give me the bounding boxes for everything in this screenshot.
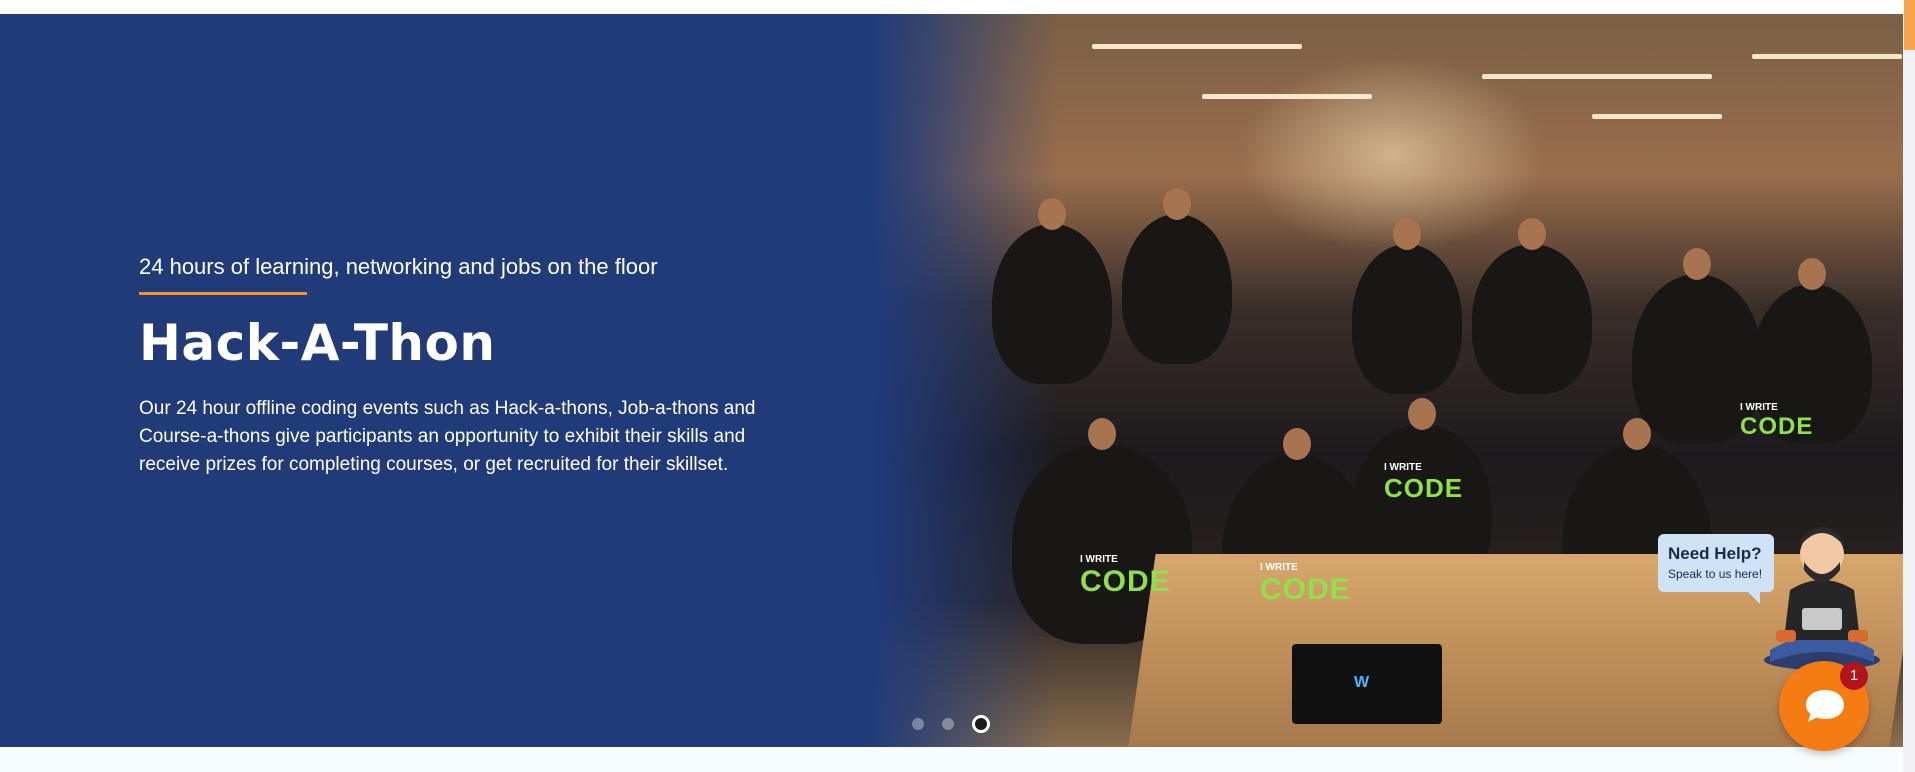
hero-tagline: 24 hours of learning, networking and job… bbox=[139, 254, 658, 279]
support-mascot-icon bbox=[1764, 527, 1880, 670]
page-scrollbar-thumb[interactable] bbox=[1904, 0, 1915, 50]
carousel-dot-1[interactable] bbox=[912, 718, 924, 730]
hero-description: Our 24 hour offline coding events such a… bbox=[139, 398, 756, 475]
shirt-print: I WRITE CODE bbox=[1384, 462, 1464, 503]
shirt-print: I WRITE CODE bbox=[1260, 562, 1351, 606]
ceiling-light bbox=[1092, 44, 1302, 49]
attendee bbox=[1472, 218, 1592, 394]
attendee bbox=[992, 198, 1112, 384]
ceiling-light bbox=[1592, 114, 1722, 119]
hero-slide: I WRITE CODE I WRITE CODE I WRITE CODE I WR… bbox=[0, 14, 1903, 747]
laptop-logo-icon: W bbox=[1354, 674, 1370, 691]
ceiling-light bbox=[1482, 74, 1712, 79]
accent-divider bbox=[139, 292, 307, 295]
hero-title: Hack-A-Thon bbox=[139, 314, 496, 372]
carousel-dot-2[interactable] bbox=[942, 718, 954, 730]
top-strip bbox=[0, 0, 1915, 14]
page-scrollbar[interactable] bbox=[1903, 14, 1915, 772]
help-title: Need Help? bbox=[1668, 544, 1762, 563]
attendee bbox=[1122, 188, 1232, 364]
hackathon-group-photo: I WRITE CODE I WRITE CODE I WRITE CODE I WR… bbox=[872, 14, 1903, 747]
unread-count-badge: 1 bbox=[1840, 662, 1868, 690]
chat-bubble-icon bbox=[1806, 690, 1844, 722]
ceiling-light bbox=[1202, 94, 1372, 99]
carousel-dot-3-active[interactable] bbox=[972, 715, 990, 733]
ceiling-light bbox=[1752, 54, 1902, 59]
laptop: W bbox=[1292, 644, 1442, 724]
shirt-print: I WRITE CODE bbox=[1080, 554, 1171, 598]
help-subtitle: Speak to us here! bbox=[1668, 567, 1763, 581]
shirt-print: I WRITE CODE bbox=[1740, 402, 1814, 440]
attendee bbox=[1352, 218, 1462, 394]
need-help-bubble[interactable]: Need Help? Speak to us here! bbox=[1658, 534, 1774, 604]
carousel-pagination bbox=[912, 715, 990, 733]
hero-text-block: 24 hours of learning, networking and job… bbox=[139, 252, 759, 479]
